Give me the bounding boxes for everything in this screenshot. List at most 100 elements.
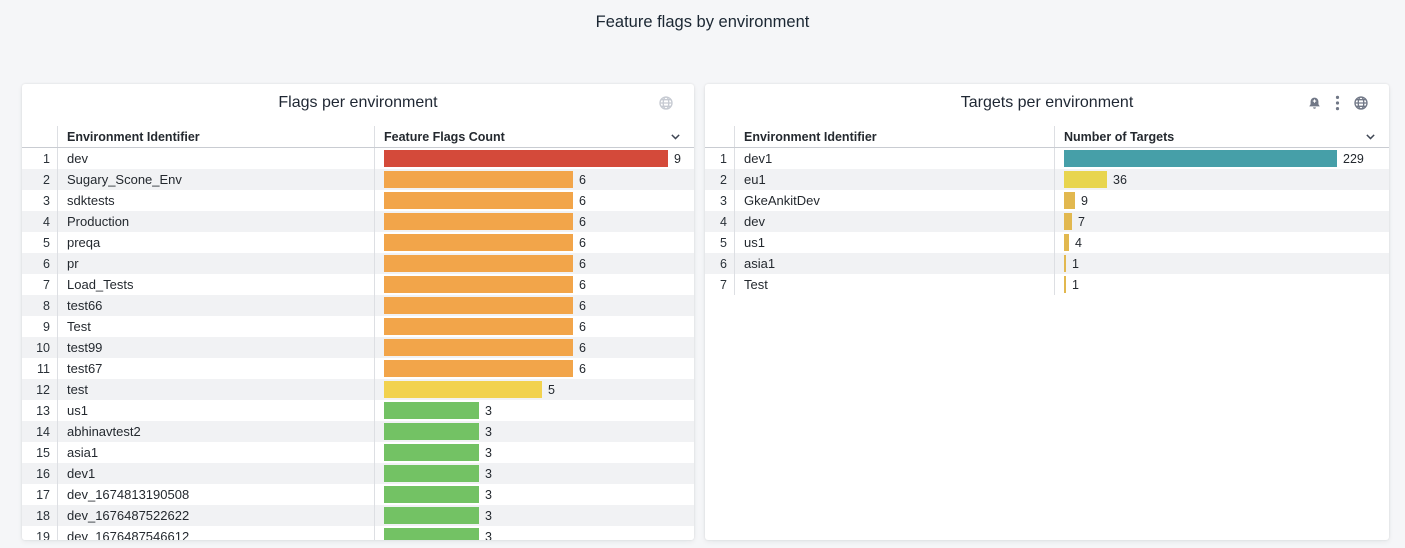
environment-name: preqa (58, 232, 375, 253)
table-body: 1dev12292eu1363GkeAnkitDev94dev75us146as… (705, 148, 1389, 540)
value-label: 229 (1343, 152, 1364, 166)
bar-cell: 5 (375, 379, 694, 400)
value-bar (384, 255, 573, 272)
row-index: 4 (22, 211, 58, 232)
column-header-value-label: Feature Flags Count (384, 130, 505, 144)
chevron-down-icon[interactable] (669, 130, 682, 143)
table-row: 6pr6 (22, 253, 694, 274)
row-index: 1 (22, 148, 58, 169)
table-row: 4Production6 (22, 211, 694, 232)
environment-name: eu1 (735, 169, 1055, 190)
page-title: Feature flags by environment (0, 0, 1405, 32)
value-bar (1064, 213, 1072, 230)
value-bar (1064, 192, 1075, 209)
value-bar (384, 381, 542, 398)
kebab-menu-icon[interactable] (1335, 95, 1340, 111)
bar-cell: 3 (375, 526, 694, 540)
panel-flags-per-environment: Flags per environment Environment Identi… (22, 84, 694, 540)
row-index: 7 (705, 274, 735, 295)
table-row: 5preqa 6 (22, 232, 694, 253)
row-index: 3 (22, 190, 58, 211)
value-bar (384, 465, 479, 482)
table-row: 7Test1 (705, 274, 1389, 295)
table-row: 3sdktests6 (22, 190, 694, 211)
bar-cell: 1 (1055, 253, 1389, 274)
environment-name: asia1 (735, 253, 1055, 274)
value-bar (384, 171, 573, 188)
table-row: 8test666 (22, 295, 694, 316)
value-label: 3 (485, 488, 492, 502)
value-bar (384, 150, 668, 167)
table-row: 18dev_16764875226223 (22, 505, 694, 526)
environment-name: dev (735, 211, 1055, 232)
row-index: 6 (705, 253, 735, 274)
environment-name: Load_Tests (58, 274, 375, 295)
bar-cell: 6 (375, 337, 694, 358)
row-index: 11 (22, 358, 58, 379)
value-label: 9 (1081, 194, 1088, 208)
environment-name: sdktests (58, 190, 375, 211)
value-label: 6 (579, 299, 586, 313)
row-index: 5 (22, 232, 58, 253)
table-row: 15asia13 (22, 442, 694, 463)
row-index: 13 (22, 400, 58, 421)
value-label: 3 (485, 530, 492, 541)
panel-header: Flags per environment (22, 84, 694, 126)
row-index: 16 (22, 463, 58, 484)
bar-cell: 36 (1055, 169, 1389, 190)
environment-name: us1 (58, 400, 375, 421)
value-bar (384, 213, 573, 230)
row-index: 8 (22, 295, 58, 316)
bar-cell: 3 (375, 463, 694, 484)
value-label: 6 (579, 236, 586, 250)
value-bar (384, 423, 479, 440)
panel-title: Targets per environment (705, 84, 1389, 112)
row-index: 2 (22, 169, 58, 190)
value-bar (384, 192, 573, 209)
table-body: 1dev92Sugary_Scone_Env63sdktests64Produc… (22, 148, 694, 540)
bar-cell: 1 (1055, 274, 1389, 295)
bar-cell: 6 (375, 316, 694, 337)
environment-name: pr (58, 253, 375, 274)
value-bar (384, 486, 479, 503)
globe-icon[interactable] (658, 95, 674, 111)
bar-cell: 6 (375, 190, 694, 211)
row-index: 3 (705, 190, 735, 211)
bar-cell: 3 (375, 400, 694, 421)
column-header-environment[interactable]: Environment Identifier (58, 126, 375, 147)
environment-name: GkeAnkitDev (735, 190, 1055, 211)
bar-cell: 6 (375, 169, 694, 190)
value-bar (384, 339, 573, 356)
environment-name: dev1 (735, 148, 1055, 169)
value-label: 6 (579, 257, 586, 271)
row-index: 19 (22, 526, 58, 540)
bar-cell: 9 (1055, 190, 1389, 211)
value-bar (1064, 276, 1066, 293)
value-bar (384, 360, 573, 377)
value-bar (1064, 150, 1337, 167)
value-label: 7 (1078, 215, 1085, 229)
value-label: 4 (1075, 236, 1082, 250)
row-index: 6 (22, 253, 58, 274)
chevron-down-icon[interactable] (1364, 130, 1377, 143)
bar-cell: 6 (375, 211, 694, 232)
column-header-value[interactable]: Number of Targets (1055, 126, 1389, 147)
row-index: 15 (22, 442, 58, 463)
environment-name: asia1 (58, 442, 375, 463)
table-row: 6asia11 (705, 253, 1389, 274)
row-index: 5 (705, 232, 735, 253)
environment-name: dev (58, 148, 375, 169)
table-row: 1dev9 (22, 148, 694, 169)
value-label: 6 (579, 320, 586, 334)
value-label: 6 (579, 215, 586, 229)
column-header-value[interactable]: Feature Flags Count (375, 126, 694, 147)
bell-plus-icon[interactable] (1307, 96, 1322, 111)
bar-cell: 3 (375, 442, 694, 463)
table-row: 14abhinavtest23 (22, 421, 694, 442)
panel-header: Targets per environment (705, 84, 1389, 126)
row-index: 18 (22, 505, 58, 526)
globe-icon[interactable] (1353, 95, 1369, 111)
table-row: 19dev_16764875466123 (22, 526, 694, 540)
table-row: 5us14 (705, 232, 1389, 253)
column-header-environment[interactable]: Environment Identifier (735, 126, 1055, 147)
